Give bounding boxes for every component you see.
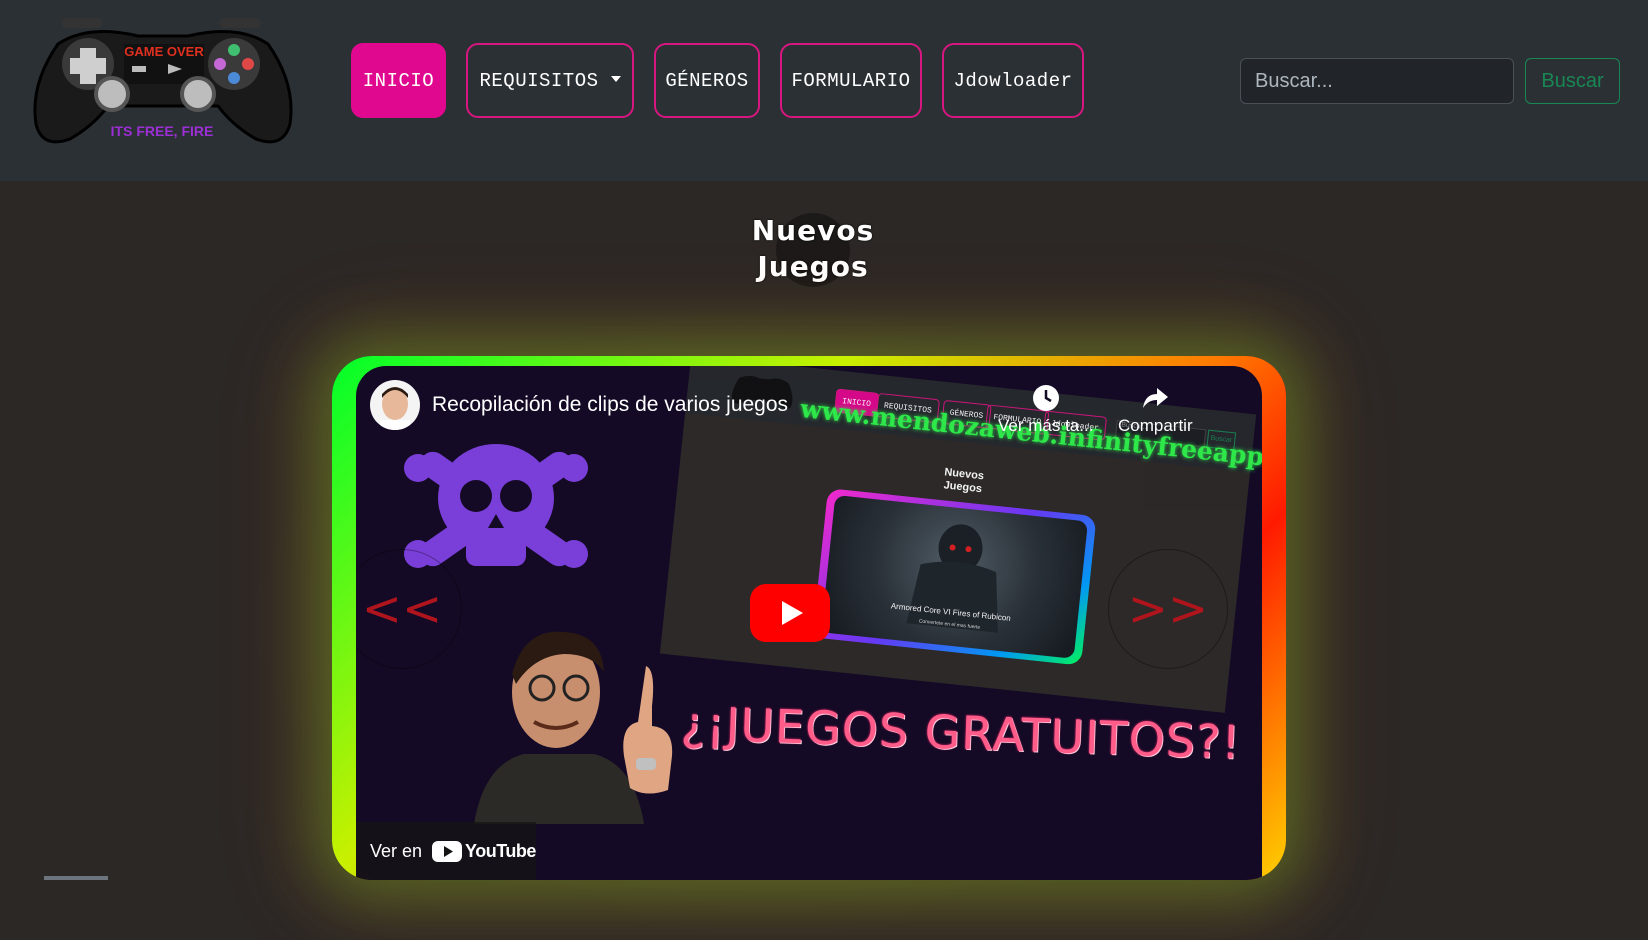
youtube-logo: YouTube [432,840,536,862]
caret-down-icon [610,75,621,82]
nav-jdowloader[interactable]: Jdowloader [942,43,1084,118]
nav-inicio[interactable]: INICIO [351,43,446,118]
promo-text: ¿¡JUEGOS GRATUITOS?! [680,696,1242,770]
youtube-play-icon[interactable] [750,584,830,642]
share-label: Compartir [1118,416,1193,435]
thumbnail-carousel: Armored Core VI Fires of Rubicon Convert… [812,488,1097,666]
logo-bottom-text: ITS FREE, FIRE [111,123,214,139]
nav-formulario-label: FORMULARIO [791,69,911,92]
nav-requisitos-dropdown[interactable]: REQUISITOS [466,43,634,118]
page-title-line2: Juegos [757,250,869,283]
nav-inicio-label: INICIO [362,69,435,92]
scroll-indicator [44,876,108,880]
search-input[interactable] [1240,58,1514,104]
watch-on-label: Ver en [370,840,423,861]
youtube-wordmark: YouTube [465,840,536,861]
site-logo[interactable]: GAME OVER ITS FREE, FIRE [28,14,296,149]
video-title[interactable]: Recopilación de clips de varios juegos [432,393,788,417]
video-embed[interactable]: INICIO REQUISITOS GÉNEROS FORMULARIO Jdo… [356,366,1262,880]
video-title-row[interactable]: Recopilación de clips de varios juegos [370,380,788,430]
gamepad-logo-icon: GAME OVER ITS FREE, FIRE [33,18,293,144]
thumbnail-game-image: Armored Core VI Fires of Rubicon Convert… [820,494,1089,659]
page-title-line1: Nuevos [751,214,875,247]
logo-top-text: GAME OVER [124,44,204,59]
search-button[interactable]: Buscar [1525,58,1620,104]
navbar: GAME OVER ITS FREE, FIRE INICIO REQUISIT… [0,0,1648,181]
watch-later-label: Ver más ta... [998,416,1094,435]
share-icon [1143,388,1169,408]
nav-requisitos-label: REQUISITOS [479,69,599,92]
avatar-face-icon [380,387,410,430]
carousel-frame: INICIO REQUISITOS GÉNEROS FORMULARIO Jdo… [332,356,1286,880]
channel-avatar[interactable] [370,380,420,430]
share-button[interactable]: Compartir [1118,384,1193,436]
nav-jdowloader-label: Jdowloader [953,69,1073,92]
watch-later-button[interactable]: Ver más ta... [998,384,1093,436]
carousel-next-button[interactable]: >> [1108,549,1228,669]
youtube-icon [432,840,463,862]
nav-generos-label: GÉNEROS [665,69,749,92]
thumbnail-heading-line2: Juegos [943,479,983,496]
nav-formulario[interactable]: FORMULARIO [780,43,922,118]
thumbs-up-hand-icon [623,666,673,794]
thumbnail-heading: Nuevos Juegos [942,466,985,496]
nav-generos[interactable]: GÉNEROS [654,43,760,118]
clock-icon [1032,385,1059,411]
watch-on-youtube-button[interactable]: Ver en YouTube [356,822,536,880]
page-title: Nuevos Juegos [700,213,926,285]
